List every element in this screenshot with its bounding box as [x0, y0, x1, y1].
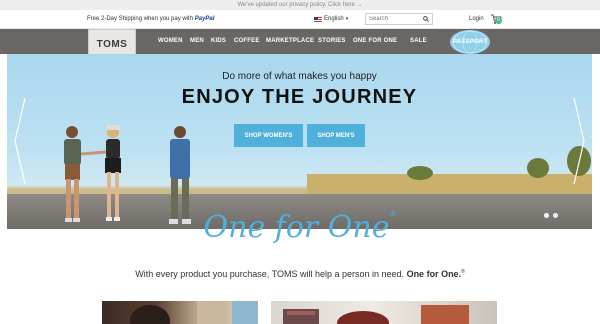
- tile-photo: [130, 301, 258, 324]
- nav-item-women[interactable]: WOMEN: [158, 38, 183, 44]
- privacy-policy-banner[interactable]: We've updated our privacy policy. Click …: [0, 0, 600, 10]
- nav-item-men[interactable]: MEN: [190, 38, 204, 44]
- language-label: English: [324, 16, 344, 22]
- feature-image-tile[interactable]: [271, 301, 497, 324]
- tile-photo: [283, 305, 469, 324]
- hero-banner: Do more of what makes you happy ENJOY TH…: [7, 54, 592, 229]
- tagline-bold: One for One.: [406, 269, 462, 279]
- hero-tree: [527, 158, 549, 178]
- chevron-down-icon: ▾: [345, 16, 349, 22]
- carousel-prev-arrow-icon[interactable]: [13, 96, 27, 186]
- paypal-logo: PayPal: [194, 16, 215, 22]
- tagline-registered-mark: ®: [461, 269, 465, 275]
- hero-field: [307, 174, 592, 196]
- carousel-next-arrow-icon[interactable]: [572, 96, 586, 186]
- cart-count-badge: 0: [495, 17, 502, 24]
- shop-mens-button[interactable]: SHOP MEN'S: [307, 124, 365, 147]
- registered-mark: ®: [389, 210, 397, 218]
- feature-image-tile[interactable]: [102, 301, 258, 324]
- login-link[interactable]: Login: [469, 16, 484, 22]
- utility-bar: Free 2-Day Shipping when you pay with Pa…: [0, 10, 600, 29]
- language-selector[interactable]: English ▾: [314, 16, 348, 22]
- tagline-text: With every product you purchase, TOMS wi…: [135, 269, 405, 279]
- search-icon[interactable]: [423, 16, 429, 22]
- nav-item-marketplace[interactable]: MARKETPLACE: [266, 38, 314, 44]
- logo-text: TOMS: [96, 38, 128, 50]
- search-box: [365, 13, 433, 25]
- hero-tree: [407, 166, 433, 180]
- nav-item-stories[interactable]: STORIES: [318, 38, 346, 44]
- one-for-one-tagline: With every product you purchase, TOMS wi…: [0, 269, 600, 279]
- nav-item-sale[interactable]: SALE: [410, 38, 427, 44]
- passport-badge[interactable]: PASSPORT: [450, 30, 490, 54]
- hero-subtitle: Do more of what makes you happy: [222, 71, 377, 82]
- one-for-one-script-logo: One for One®: [0, 210, 600, 245]
- shipping-text: Free 2-Day Shipping when you pay with: [87, 16, 194, 22]
- us-flag-icon: [314, 16, 322, 22]
- shop-womens-button[interactable]: SHOP WOMEN'S: [234, 124, 303, 147]
- shipping-promo: Free 2-Day Shipping when you pay with Pa…: [87, 16, 214, 22]
- search-input[interactable]: [366, 14, 422, 24]
- one-for-one-script: One for One: [203, 210, 390, 245]
- nav-item-one-for-one[interactable]: ONE FOR ONE: [353, 38, 397, 44]
- nav-item-coffee[interactable]: COFFEE: [234, 38, 260, 44]
- passport-label: PASSPORT: [452, 39, 488, 45]
- hero-title: ENJOY THE JOURNEY: [181, 86, 418, 108]
- nav-item-kids[interactable]: KIDS: [211, 38, 226, 44]
